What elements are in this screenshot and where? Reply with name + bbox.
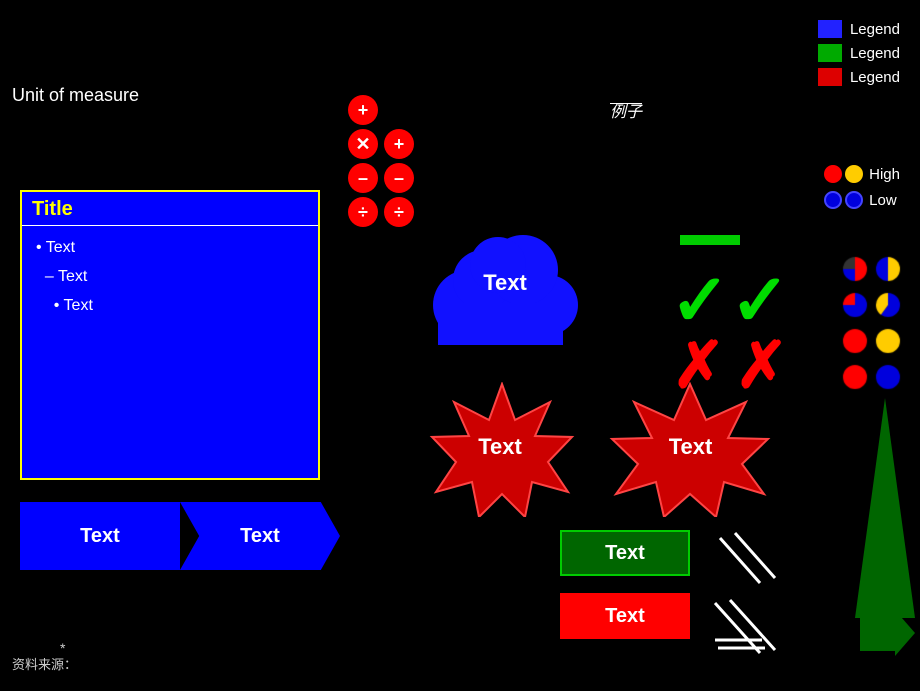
legend-label-blue: Legend — [850, 21, 900, 38]
green-tall-triangle — [855, 398, 915, 618]
legend-label-green: Legend — [850, 45, 900, 62]
pie-3a — [841, 327, 869, 355]
op-plus-2: + — [384, 129, 414, 159]
source-label: 资料来源： — [12, 654, 77, 673]
low-label: Low — [869, 192, 897, 209]
pie-4a — [841, 363, 869, 391]
green-rect-text: Text — [605, 542, 645, 565]
high-yellow-circle — [845, 165, 863, 183]
legend-color-green — [818, 44, 842, 62]
low-circles — [824, 191, 863, 209]
content-item-3: • Text — [36, 292, 304, 321]
low-blue-circle-2 — [845, 191, 863, 209]
op-minus: – — [348, 163, 378, 193]
op-row-4: ÷ ÷ — [348, 197, 414, 227]
legend-item-red: Legend — [818, 68, 900, 86]
cloud-text: Text — [415, 218, 595, 348]
arrow-left-text: Text — [80, 525, 120, 548]
legend-label-red: Legend — [850, 69, 900, 86]
op-row-2: ✕ + — [348, 129, 414, 159]
green-right-arrow — [860, 610, 915, 656]
low-blue-circle — [824, 191, 842, 209]
asterisk: * — [60, 640, 65, 656]
blue-box-content: • Text – Text • Text — [22, 226, 318, 328]
red-rectangle: Text — [560, 593, 690, 639]
pie-2b — [874, 291, 902, 319]
legend-item-green: Legend — [818, 44, 900, 62]
high-label: High — [869, 166, 900, 183]
blue-box-title: Title — [22, 192, 318, 226]
pie-row-3 — [841, 327, 902, 355]
pie-1b — [874, 255, 902, 283]
arrow-right-text: Text — [240, 525, 280, 548]
high-red-circle — [824, 165, 842, 183]
content-item-1: • Text — [36, 234, 304, 263]
pie-3b — [874, 327, 902, 355]
legend-color-blue — [818, 20, 842, 38]
legend-item-blue: Legend — [818, 20, 900, 38]
pie-1a — [841, 255, 869, 283]
pie-row-4 — [841, 363, 902, 391]
starburst-2-text: Text — [598, 382, 783, 512]
high-circles — [824, 165, 863, 183]
diagonal-lines — [710, 528, 800, 658]
op-multiply: ✕ — [348, 129, 378, 159]
op-plus: + — [348, 95, 378, 125]
pie-2a — [841, 291, 869, 319]
high-item: High — [824, 165, 900, 183]
pie-row-1 — [841, 255, 902, 283]
high-low-legend: High Low — [824, 165, 900, 209]
starburst-1-text: Text — [420, 382, 580, 512]
pie-4b — [874, 363, 902, 391]
green-rectangle: Text — [560, 530, 690, 576]
low-item: Low — [824, 191, 900, 209]
arrow-left: Text — [20, 502, 180, 570]
arrow-strip: Text Text — [20, 502, 340, 570]
pie-charts-column — [841, 255, 902, 391]
red-rect-text: Text — [605, 605, 645, 628]
content-item-2: – Text — [36, 263, 304, 292]
arrow-right: Text — [180, 502, 340, 570]
unit-label: Unit of measure — [12, 85, 139, 106]
op-minus-2: – — [384, 163, 414, 193]
legend-area: Legend Legend Legend — [818, 20, 900, 86]
pie-row-2 — [841, 291, 902, 319]
op-divide: ÷ — [348, 197, 378, 227]
green-bar — [680, 235, 740, 245]
operators-column: + ✕ + – – ÷ ÷ — [348, 95, 414, 227]
op-row-3: – – — [348, 163, 414, 193]
op-row-1: + — [348, 95, 378, 125]
example-text: 例子 — [610, 98, 642, 122]
blue-content-box: Title • Text – Text • Text — [20, 190, 320, 480]
legend-color-red — [818, 68, 842, 86]
